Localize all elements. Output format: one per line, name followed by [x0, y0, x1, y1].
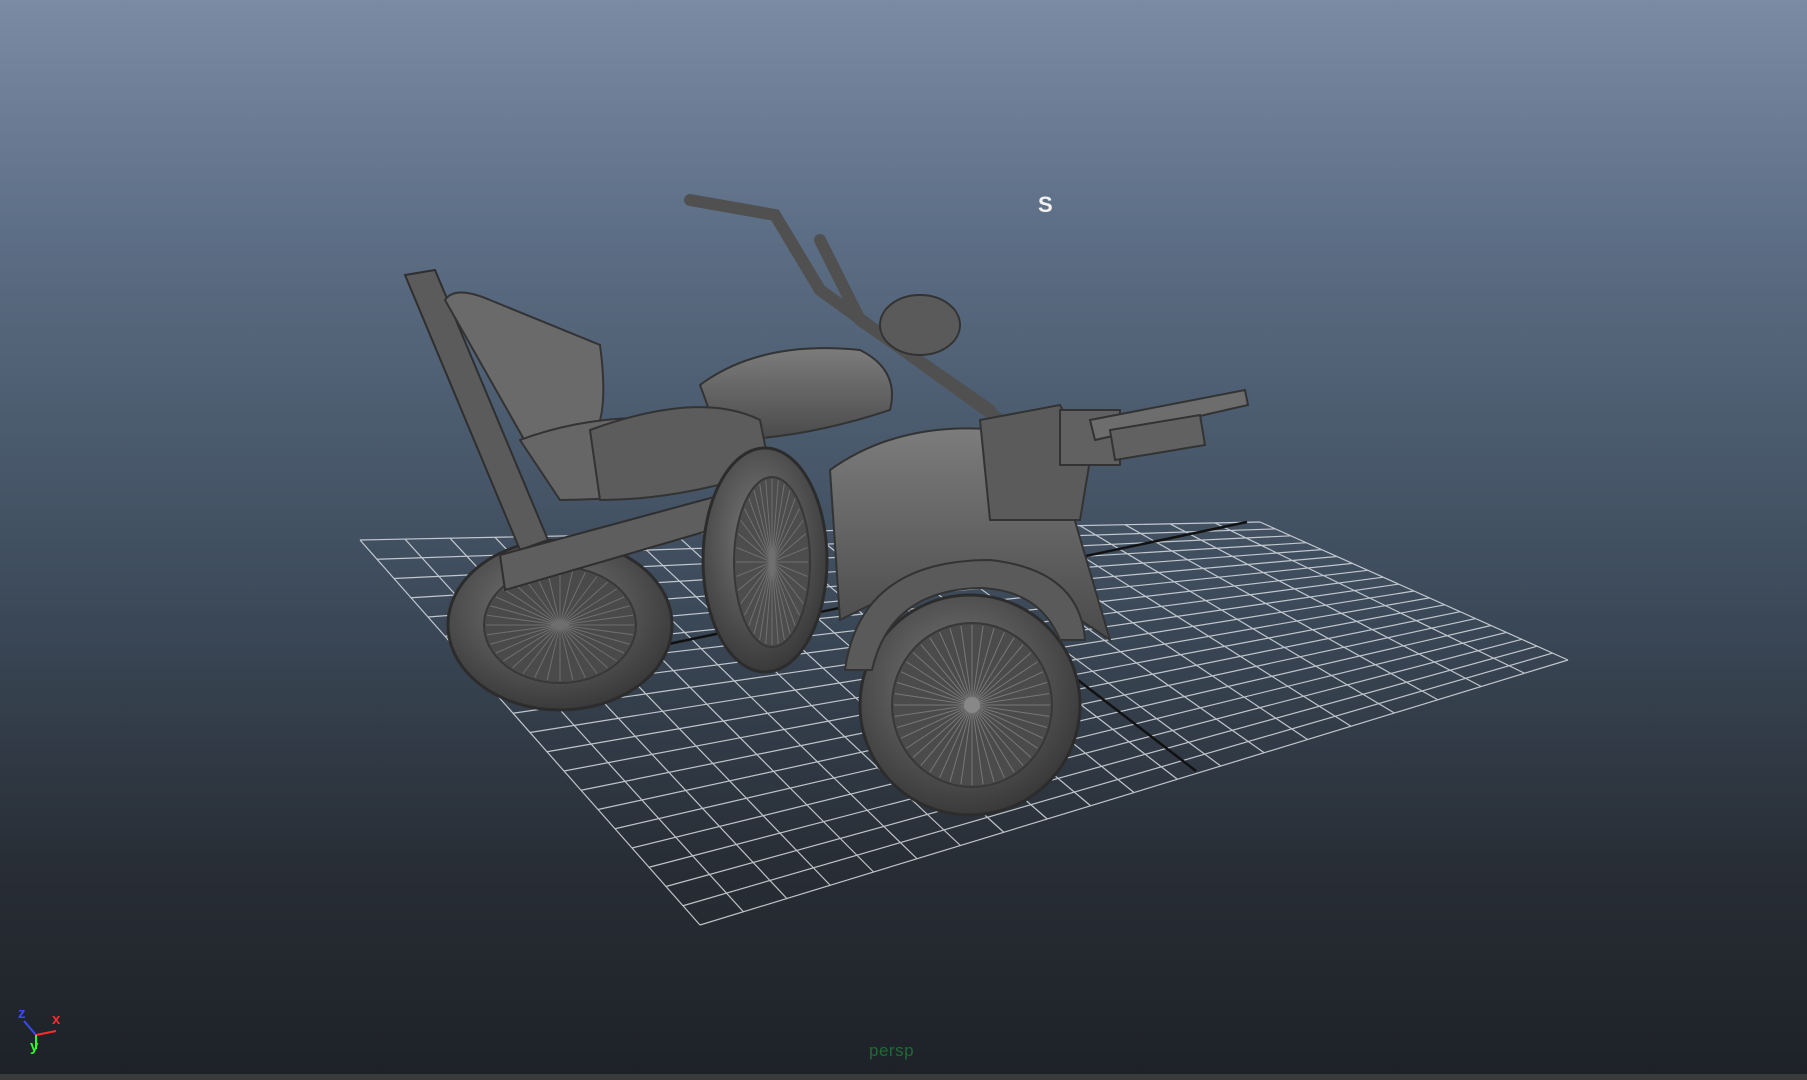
rear-right-wheel[interactable] — [701, 446, 829, 674]
headlight — [879, 294, 961, 356]
axis-x-label: x — [52, 1011, 61, 1028]
viewport-bottom-border — [0, 1074, 1807, 1080]
axis-z-label: z — [18, 1005, 26, 1022]
snap-marker: S — [1038, 192, 1053, 217]
view-axis-gizmo-icon: z x y — [14, 1003, 74, 1063]
front-wheel[interactable] — [858, 593, 1082, 817]
perspective-viewport[interactable]: S z x y persp — [0, 0, 1807, 1074]
tricycle-model[interactable] — [403, 194, 1250, 817]
axis-y-label: y — [30, 1038, 39, 1055]
gun-mount[interactable] — [978, 388, 1250, 521]
scene-canvas[interactable] — [0, 0, 1807, 1074]
camera-name-label: persp — [869, 1041, 915, 1060]
